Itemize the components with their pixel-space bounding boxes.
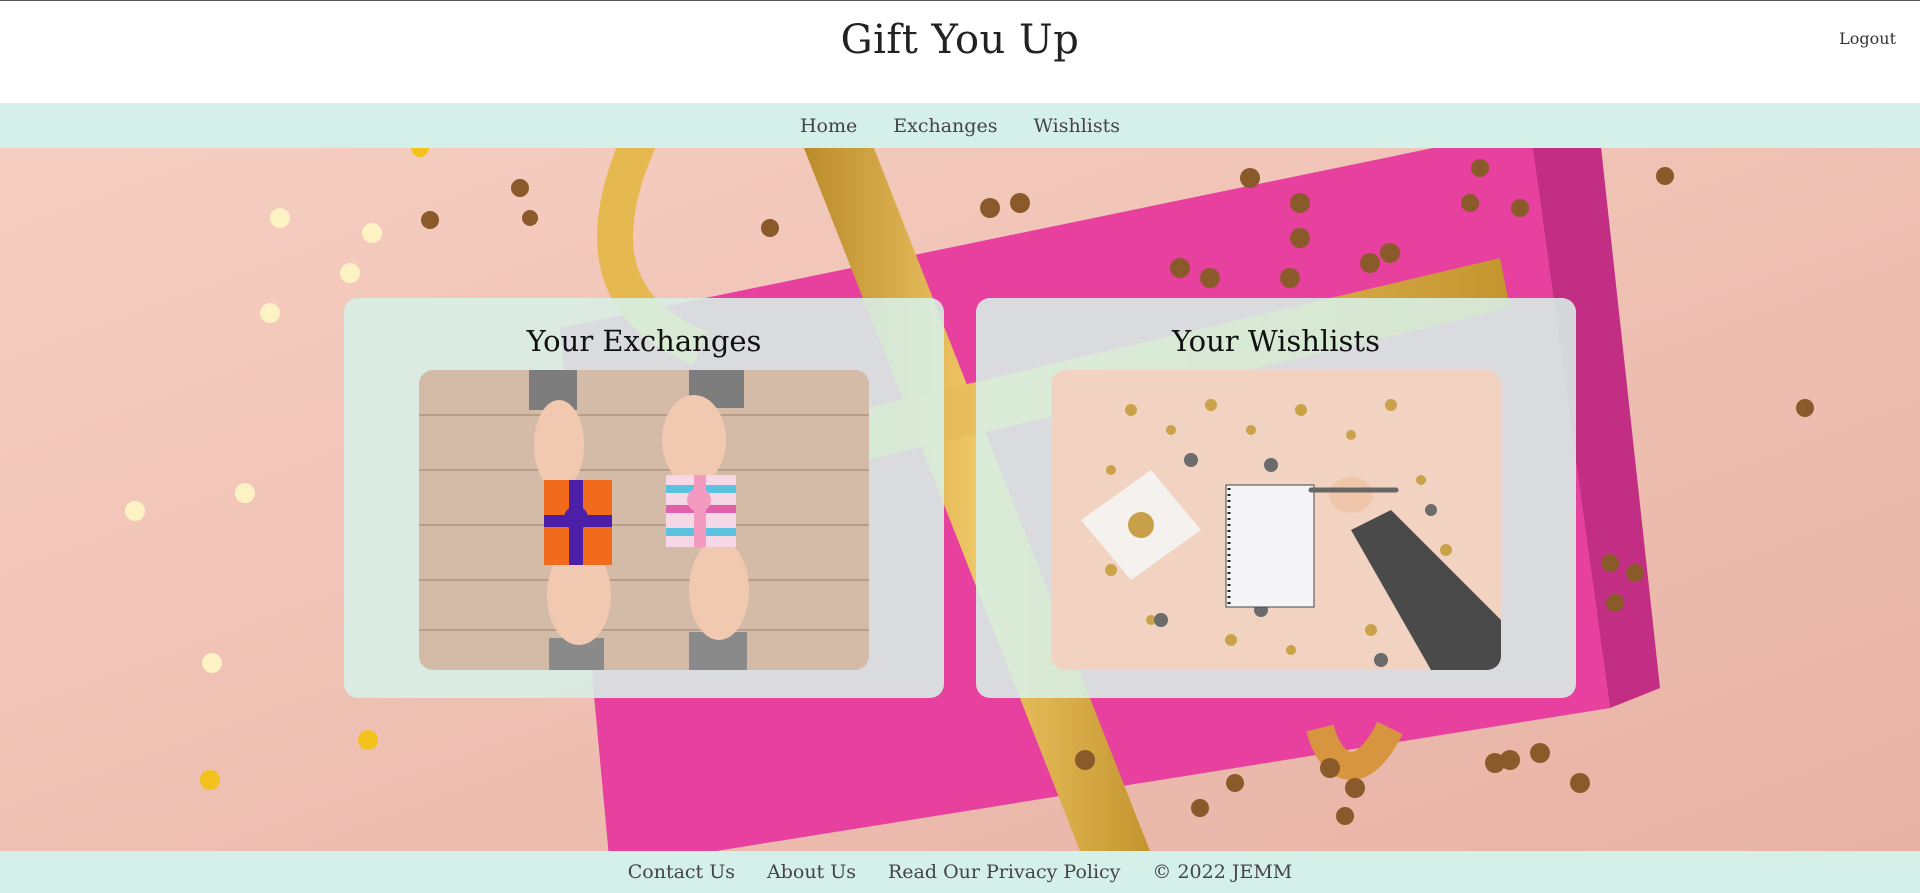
wishlists-card-title: Your Wishlists	[1172, 324, 1380, 358]
site-title: Gift You Up	[840, 17, 1080, 63]
footer-copyright: © 2022 JEMM	[1152, 861, 1293, 883]
footer-about-link[interactable]: About Us	[767, 861, 856, 883]
exchanges-card[interactable]: Your Exchanges	[344, 298, 944, 698]
exchanges-card-title: Your Exchanges	[526, 324, 762, 358]
hero-section: Your Exchanges Your Wishlists	[0, 148, 1920, 851]
gift-background-image	[0, 148, 1920, 851]
exchanges-image[interactable]	[419, 370, 869, 670]
footer-contact-link[interactable]: Contact Us	[628, 861, 735, 883]
wishlists-image[interactable]	[1051, 370, 1501, 670]
site-header: Gift You Up Logout	[0, 1, 1920, 103]
logout-link[interactable]: Logout	[1839, 29, 1896, 48]
site-footer: Contact Us About Us Read Our Privacy Pol…	[0, 851, 1920, 893]
nav-home[interactable]: Home	[800, 115, 857, 137]
main-nav: Home Exchanges Wishlists	[0, 103, 1920, 148]
nav-wishlists[interactable]: Wishlists	[1033, 115, 1120, 137]
nav-exchanges[interactable]: Exchanges	[893, 115, 997, 137]
footer-privacy-link[interactable]: Read Our Privacy Policy	[888, 861, 1120, 883]
wishlists-card[interactable]: Your Wishlists	[976, 298, 1576, 698]
